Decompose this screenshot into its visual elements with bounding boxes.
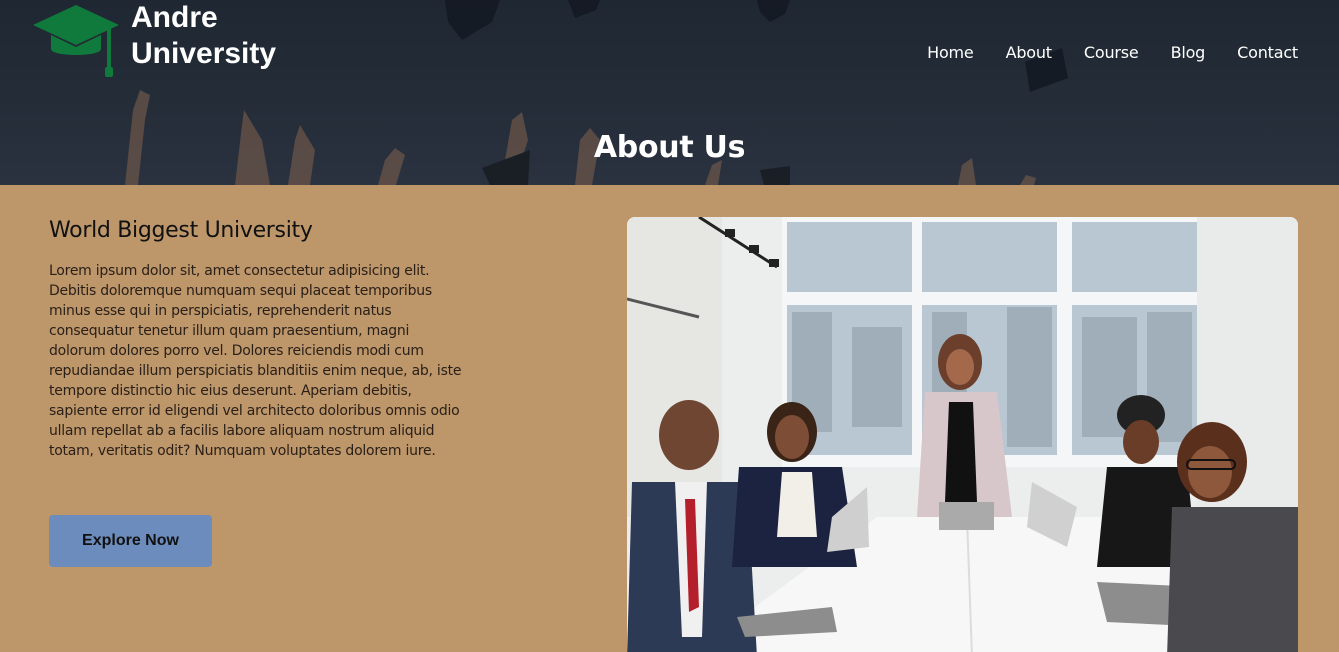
graduation-cap-icon [33, 5, 119, 77]
nav-about[interactable]: About [1006, 43, 1053, 63]
about-heading: World Biggest University [49, 218, 313, 243]
page-title: About Us [593, 130, 746, 165]
about-photo [627, 217, 1298, 652]
brand-name-line2: University [131, 37, 277, 70]
brand-name-line1: Andre [131, 1, 218, 34]
nav-course[interactable]: Course [1084, 43, 1139, 63]
nav-contact[interactable]: Contact [1237, 43, 1298, 63]
nav-blog[interactable]: Blog [1171, 43, 1206, 63]
explore-now-button[interactable]: Explore Now [49, 515, 212, 567]
about-description: Lorem ipsum dolor sit, amet consectetur … [49, 263, 462, 459]
about-section: World Biggest University Lorem ipsum dol… [49, 218, 469, 461]
main-nav: Home About Course Blog Contact [927, 43, 1298, 63]
brand-logo[interactable]: Andre University [33, 0, 276, 79]
brand-name: Andre University [131, 0, 276, 72]
nav-home[interactable]: Home [927, 43, 974, 63]
hero-banner: Andre University Home About Course Blog … [0, 0, 1339, 185]
meeting-photo-illustration [627, 217, 1298, 652]
